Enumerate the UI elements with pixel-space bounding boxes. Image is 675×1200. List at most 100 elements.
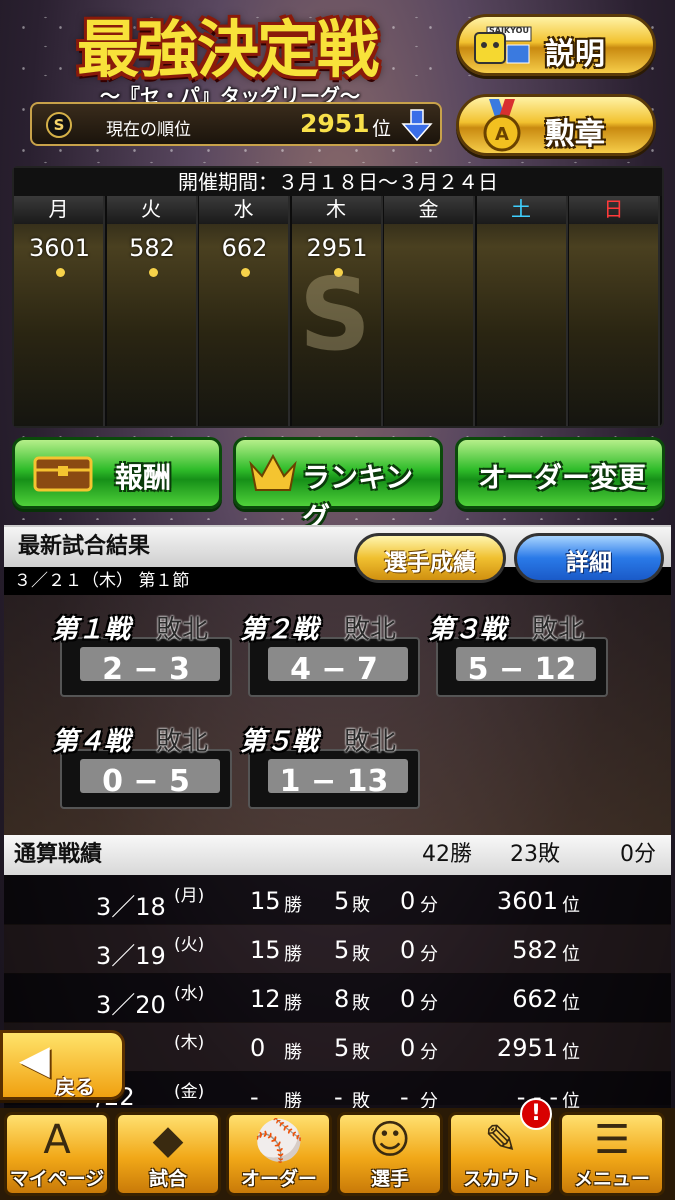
total-draws: 0分 [620, 842, 656, 867]
record-wins: 15 [250, 887, 281, 915]
svg-text:A: A [495, 124, 509, 145]
game-result-card[interactable]: 第２戦 敗北 4 − 7 [240, 609, 420, 704]
ranking-label: ランキング [302, 461, 414, 534]
nav-game[interactable]: ◆ 試合 [115, 1112, 221, 1196]
game-outcome: 敗北 [344, 615, 397, 645]
day-rank-value: 662 [221, 234, 268, 262]
day-name: 水 [199, 196, 288, 224]
nav-label: マイページ [9, 1168, 105, 1190]
back-arrow-icon: ◀ [19, 1037, 50, 1083]
draw-unit: 分 [420, 993, 438, 1014]
record-wins: - [250, 1083, 259, 1111]
day-column: 火 582 [106, 196, 198, 426]
draw-unit: 分 [420, 944, 438, 965]
win-unit: 勝 [284, 1042, 302, 1063]
record-rank: 2951 [496, 1034, 558, 1062]
reward-label: 報酬 [115, 461, 172, 494]
nav-menu[interactable]: ☰ メニュー [559, 1112, 665, 1196]
detail-button[interactable]: 詳細 [514, 533, 664, 583]
player-stats-label: 選手成績 [384, 550, 476, 576]
saikyou-badge: SAIKYOU [489, 26, 529, 35]
game-outcome: 敗北 [156, 615, 209, 645]
stadium-icon: ◆ [152, 1117, 184, 1163]
record-weekday: (火) [174, 935, 205, 955]
record-date: 3／20 [96, 991, 166, 1019]
game-title: 第２戦 [240, 615, 319, 645]
game-result-card[interactable]: 第３戦 敗北 5 − 12 [428, 609, 608, 704]
game-result-card[interactable]: 第１戦 敗北 2 − 3 [52, 609, 232, 704]
day-name: 土 [476, 196, 566, 224]
order-change-button[interactable]: オーダー変更 [455, 437, 665, 509]
nav-player[interactable]: ☺ 選手 [337, 1112, 443, 1196]
rank-label: 現在の順位 [106, 120, 191, 140]
rank-unit: 位 [372, 118, 392, 140]
scout-alert-badge: ! [520, 1098, 552, 1130]
record-weekday: (月) [174, 886, 205, 906]
game-title: 第４戦 [52, 727, 131, 757]
daily-record-row: 3／18 (月) 15 勝 5 敗 0 分 3601 位 [4, 875, 671, 925]
rank-dot [241, 268, 250, 277]
nav-mypage[interactable]: A マイページ [4, 1112, 110, 1196]
record-draws: 0 [400, 1034, 416, 1062]
rank-dot [148, 268, 158, 277]
order-change-label: オーダー変更 [478, 461, 647, 494]
loss-unit: 敗 [352, 895, 370, 916]
record-date: 3／19 [96, 942, 166, 970]
medal-label: 勲章 [545, 117, 605, 152]
rank-unit: 位 [562, 895, 580, 916]
back-button[interactable]: ◀ 戻る [0, 1030, 125, 1100]
current-rank-bar: S 現在の順位 2951 位 [30, 102, 442, 146]
rank-value: 2951 [300, 109, 370, 138]
detail-label: 詳細 [566, 550, 612, 576]
daily-record-row: 3／20 (水) 12 勝 8 敗 0 分 662 位 [4, 973, 671, 1023]
game-score: 0 − 5 [102, 764, 190, 799]
player-icon: ☺ [369, 1117, 411, 1163]
reward-button[interactable]: 報酬 [12, 437, 222, 509]
game-outcome: 敗北 [532, 615, 585, 645]
player-stats-button[interactable]: 選手成績 [354, 533, 506, 583]
day-column: 金 [384, 196, 475, 426]
rank-dot [56, 268, 65, 277]
rank-unit: 位 [562, 993, 580, 1014]
nav-label: メニュー [573, 1168, 650, 1190]
game-result-card[interactable]: 第５戦 敗北 1 − 13 [240, 721, 420, 816]
game-score: 1 − 13 [279, 764, 389, 799]
record-wins: 0 [250, 1034, 266, 1062]
record-losses: 8 [334, 985, 350, 1013]
rank-unit: 位 [562, 944, 580, 965]
day-name: 金 [384, 196, 473, 224]
s-rank-icon: S [46, 112, 72, 138]
game-score: 2 − 3 [102, 652, 190, 687]
loss-unit: 敗 [352, 1042, 370, 1063]
mypage-icon: A [43, 1117, 71, 1163]
explain-button[interactable]: SAIKYOU 説明 [456, 14, 656, 76]
win-unit: 勝 [284, 895, 302, 916]
ranking-button[interactable]: ランキング [233, 437, 443, 534]
record-rank: 3601 [496, 887, 558, 915]
record-weekday: (金) [174, 1082, 205, 1102]
record-losses: 5 [334, 887, 350, 915]
game-score: 4 − 7 [290, 652, 378, 687]
day-name: 日 [569, 196, 658, 224]
nav-label: 選手 [370, 1168, 409, 1190]
day-column: 日 [569, 196, 660, 426]
record-losses: 5 [334, 1034, 350, 1062]
crown-icon [249, 453, 297, 491]
game-result-card[interactable]: 第４戦 敗北 0 − 5 [52, 721, 232, 816]
medal-button[interactable]: A 勲章 [456, 94, 656, 156]
total-losses: 23敗 [510, 842, 560, 867]
medal-icon: A [483, 99, 521, 152]
day-name: 月 [14, 196, 103, 224]
day-rank-value: 3601 [28, 234, 91, 262]
period-title: 開催期間：３月１８日〜３月２４日 [14, 168, 662, 196]
treasure-chest-icon [33, 456, 93, 492]
loss-unit: 敗 [352, 944, 370, 965]
game-outcome: 敗北 [156, 727, 209, 757]
record-draws: 0 [400, 936, 416, 964]
nav-order[interactable]: ⚾ オーダー [226, 1112, 332, 1196]
draw-unit: 分 [420, 1042, 438, 1063]
order-icon: ⚾ [254, 1118, 304, 1164]
draw-unit: 分 [420, 895, 438, 916]
game-score: 5 − 12 [467, 652, 577, 687]
total-wins: 42勝 [422, 842, 472, 867]
